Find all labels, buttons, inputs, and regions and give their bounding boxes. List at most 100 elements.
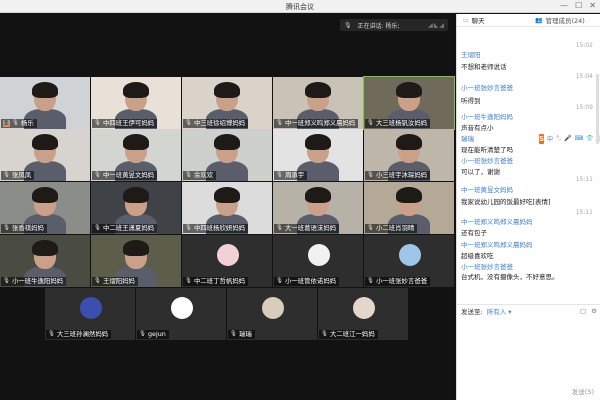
microphone-icon: 🎙 [48,331,55,337]
participant-name-label: 🎙 小一班张妙言爸爸 [365,277,431,286]
participant-figure-hair [32,187,58,203]
chat-timestamp: 15:02 [575,42,593,49]
participant-tile[interactable]: 🎙 王熠阳妈妈 [91,235,181,287]
participant-tile[interactable]: 🎙 余欢欢 [182,129,272,181]
microphone-icon: 🎙 [3,225,10,231]
participant-tile[interactable]: 🎙 小一班管依诺妈妈 [273,235,363,287]
participant-name: 中二班丁哲帆妈妈 [193,277,246,285]
participant-avatar [217,244,239,266]
tab-chat[interactable]: ▭ 聊天 [457,14,529,26]
participant-avatar [262,297,284,319]
participant-name-label: 🎙 中一班郑义鸣郑义晨妈妈 [274,119,359,128]
participant-name: 中二班王潇夏妈妈 [102,224,155,232]
microphone-icon: 🎙 [94,225,101,231]
tab-members[interactable]: 👥 管理成员(24) [529,14,600,26]
participant-tile[interactable]: 🎙 中一班黄昱文妈妈 [91,129,181,181]
participant-name-label: 🎙 中一班黄昱文妈妈 [92,171,158,180]
send-button[interactable]: 发送(S) [572,386,594,396]
participant-figure-hair [305,134,331,150]
participant-tile[interactable]: 🎙 大三班孙澜然妈妈 [45,288,135,340]
chat-message: 我家说幼儿园的饭最好吃[表情] [461,198,551,206]
participant-avatar [308,244,330,266]
ime-toolbar: S 中 °, 🎤 ⌨ 👕 ⋮ [539,133,600,144]
minimize-button[interactable]: — [560,1,568,10]
participant-name: 大三班杨钒汝妈妈 [375,119,428,127]
chat-input[interactable] [457,317,600,387]
participant-tile[interactable]: 🎙 小一班张妙言爸爸 [364,235,454,287]
ime-punctuation[interactable]: °, [556,135,561,142]
ime-more-icon[interactable]: ⋮ [597,135,600,142]
members-icon: 👥 [535,16,543,24]
participant-name: 周承宇 [284,171,305,179]
image-icon[interactable]: ▢ [580,307,586,315]
microphone-icon: 🎙 [321,331,328,337]
chat-message: 现在能听清楚了吗 [461,146,513,154]
participant-name-label: 🎙 中四班王伊可妈妈 [92,119,158,128]
participant-name: 中一班郑义鸣郑义晨妈妈 [284,119,356,127]
participant-figure-hair [123,134,149,150]
chat-sender: 小一班牛逸阳妈妈 [461,113,513,121]
microphone-icon: 🎙 [185,172,192,178]
chat-sender: 中一班郑义鸣郑义晨妈妈 [461,218,533,226]
participant-tile[interactable]: 🎙 大三班杨钒汝妈妈 [363,76,455,130]
participant-tile[interactable]: 🎙 中一班郑义鸣郑义晨妈妈 [273,77,363,129]
participant-tile[interactable]: 🎙 周承宇 [273,129,363,181]
participant-tile[interactable]: 🎙 张凤凤 [0,129,90,181]
chat-message: 还有包子 [461,229,487,237]
participant-tile[interactable]: 🎙 大一班葛语沫妈妈 [273,182,363,234]
ime-skin-icon[interactable]: 👕 [586,135,593,142]
participant-tile[interactable]: 🎙 中四班王伊可妈妈 [91,77,181,129]
microphone-icon: 🎙 [344,21,352,29]
sogou-ime-icon[interactable]: S [539,133,545,144]
title-bar: 腾讯会议 — ☐ ✕ [0,0,600,13]
settings-icon[interactable]: ⚙ [591,307,597,315]
participant-tile[interactable]: 🎙 瑞瑞 [227,288,317,340]
participant-tile[interactable]: 🎙 小一班牛逸阳妈妈 [0,235,90,287]
speaking-indicator: 🎙 正在讲话: 杨乐; ◢◣◢ [340,19,448,31]
tab-members-label: 管理成员(24) [545,17,585,25]
microphone-icon: 🎙 [185,225,192,231]
chat-sender: 小一班张妙言爸爸 [461,157,513,165]
participant-figure-hair [123,82,149,98]
ime-voice-icon[interactable]: 🎤 [564,135,571,142]
participant-tile[interactable]: 🎙 中四班杨欣妍妈妈 [182,182,272,234]
participant-tile[interactable]: 🎙 小三班宇沐琛妈妈 [364,129,454,181]
participant-tile[interactable]: 🎙 小二班肖羽晴 [364,182,454,234]
close-button[interactable]: ✕ [589,1,596,10]
window-title: 腾讯会议 [286,3,314,11]
microphone-icon: 🎙 [185,120,192,126]
maximize-button[interactable]: ☐ [575,1,582,10]
participant-name: 张凤凤 [11,171,32,179]
chat-sender: 中一班郑义鸣郑义晨妈妈 [461,241,533,249]
send-to-select[interactable]: 所有人 ▾ [487,306,512,316]
sidebar: ▭ 聊天 👥 管理成员(24) 王熠阳 不想和老师说话 小一班张妙言爸爸 听得到 小一班… [456,14,600,400]
microphone-icon: 🎙 [276,225,283,231]
participant-name: 中一班黄昱文妈妈 [102,171,155,179]
participant-name: 小一班牛逸阳妈妈 [11,277,64,285]
participant-tile[interactable]: 🎙 gejun [136,288,226,340]
chat-sender: 小一班张妙言爸爸 [461,84,513,92]
ime-keyboard-icon[interactable]: ⌨ [574,135,583,142]
microphone-icon: 🎙 [367,172,374,178]
participant-tile[interactable]: 🎙 张香祺妈妈 [0,182,90,234]
microphone-icon: 🎙 [94,278,101,284]
microphone-icon: 🎙 [367,225,374,231]
send-to-label: 发送至: [461,307,483,316]
participant-name-label: 🎙 小一班牛逸阳妈妈 [1,277,67,286]
microphone-icon: 🎙 [139,331,146,337]
participant-figure-hair [305,187,331,203]
participant-name-label: 🎙 中三班徐绍博妈妈 [183,119,249,128]
participant-figure-hair [214,134,240,150]
participant-tile[interactable]: 👤 🎙 杨乐 [0,77,90,129]
participant-tile[interactable]: 🎙 大二班江一妈妈 [318,288,408,340]
chat-message: 台式机，没有摄像头，不好意思。 [461,273,559,281]
participant-tile[interactable]: 🎙 中二班王潇夏妈妈 [91,182,181,234]
participant-name: 中四班杨欣妍妈妈 [193,224,246,232]
chat-sender: 小一班张妙言爸爸 [461,263,513,271]
participant-figure-hair [396,134,422,150]
chat-sender: 王熠阳 [461,51,481,59]
participant-tile[interactable]: 🎙 中三班徐绍博妈妈 [182,77,272,129]
participant-tile[interactable]: 🎙 中二班丁哲帆妈妈 [182,235,272,287]
send-target-row: 发送至: 所有人 ▾ ▢ ⚙ [457,304,600,316]
ime-chinese-mode[interactable]: 中 [547,134,553,143]
